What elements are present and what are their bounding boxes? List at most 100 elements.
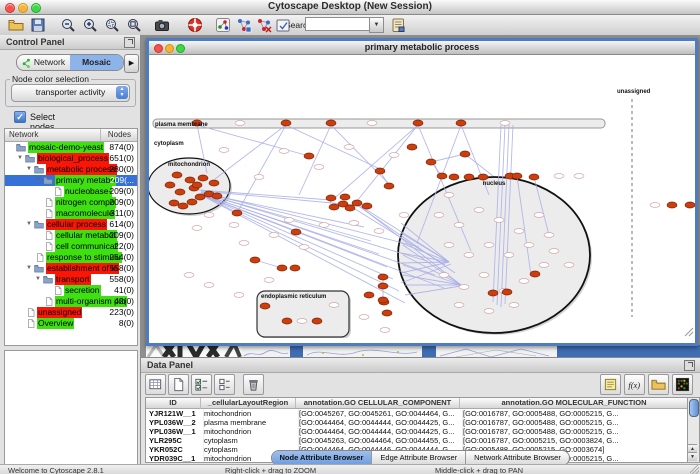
attribute-editor-icon[interactable] xyxy=(600,374,621,395)
node-label[interactable] xyxy=(374,229,384,234)
gene-node[interactable] xyxy=(378,274,388,280)
region-nucleus[interactable] xyxy=(398,177,590,333)
vizmapper-button[interactable] xyxy=(213,16,233,34)
expand-arrow-icon[interactable]: ▼ xyxy=(26,265,32,271)
search-input[interactable] xyxy=(305,17,371,31)
tree-row-overview[interactable]: Overview8(0) xyxy=(5,318,137,329)
tab-overflow-button[interactable]: ▶ xyxy=(124,54,139,73)
gene-node[interactable] xyxy=(456,120,466,126)
node-label[interactable] xyxy=(509,303,519,308)
table-header-3[interactable]: annotation.GO MOLECULAR_FUNCTION xyxy=(460,398,688,409)
node-label[interactable] xyxy=(234,293,244,298)
edge[interactable] xyxy=(299,125,331,195)
node-label[interactable] xyxy=(264,278,274,283)
gene-node[interactable] xyxy=(407,144,417,150)
tree-row-biological-process[interactable]: ▼biological_process651(0) xyxy=(5,153,137,164)
table-header-2[interactable]: annotation.GO CELLULAR_COMPONENT xyxy=(296,398,460,409)
zoom-out-button[interactable] xyxy=(58,16,78,34)
node-label[interactable] xyxy=(524,243,534,248)
gene-node[interactable] xyxy=(312,318,322,324)
gene-node[interactable] xyxy=(426,159,436,165)
tree-row-secretion[interactable]: secretion41(0) xyxy=(5,285,137,296)
view-resize-grip[interactable] xyxy=(685,328,693,336)
node-label[interactable] xyxy=(439,273,449,278)
gene-node[interactable] xyxy=(378,297,388,303)
tree-row-multi-organism-pro[interactable]: multi-organism pro42(0) xyxy=(5,296,137,307)
gene-node[interactable] xyxy=(478,174,488,180)
node-label[interactable] xyxy=(500,121,510,126)
gene-node[interactable] xyxy=(382,310,392,316)
expand-arrow-icon[interactable]: ▼ xyxy=(35,276,41,282)
zoom-fit-button[interactable] xyxy=(124,16,144,34)
table-cell[interactable]: [GO:0016787, GO:0005488, GO:0005215, G..… xyxy=(460,427,688,436)
node-label[interactable] xyxy=(254,175,264,180)
help-button[interactable] xyxy=(185,16,205,34)
table-view-icon[interactable] xyxy=(145,374,166,395)
gene-node[interactable] xyxy=(685,202,695,208)
node-label[interactable] xyxy=(204,283,214,288)
node-label[interactable] xyxy=(299,245,309,250)
expand-arrow-icon[interactable]: ▼ xyxy=(26,221,32,227)
gene-node[interactable] xyxy=(362,203,372,209)
node-label[interactable] xyxy=(329,303,339,308)
gene-node[interactable] xyxy=(282,318,292,324)
new-attribute-icon[interactable] xyxy=(168,374,189,395)
select-nodes-checkbox[interactable]: ✓ xyxy=(14,111,26,123)
node-label[interactable] xyxy=(564,263,574,268)
expand-arrow-icon[interactable]: ▼ xyxy=(26,166,32,172)
gene-node[interactable] xyxy=(169,200,179,206)
tree-row-establishment-of-lo[interactable]: ▼establishment of lo558(0) xyxy=(5,263,137,274)
tab-edge-attribute-browser[interactable]: Edge Attribute Browser xyxy=(372,451,466,465)
node-label[interactable] xyxy=(459,285,469,290)
gene-node[interactable] xyxy=(667,202,677,208)
select-attributes-icon[interactable] xyxy=(191,374,212,395)
table-scrollbar[interactable]: ▲ ▼ xyxy=(687,397,700,463)
table-header-0[interactable]: ID xyxy=(146,398,201,409)
node-label[interactable] xyxy=(235,121,245,126)
table-cell[interactable]: cytoplasm xyxy=(201,436,299,445)
table-cell[interactable]: plasma membrane xyxy=(201,418,299,427)
unselect-attributes-icon[interactable] xyxy=(214,374,235,395)
node-color-dropdown[interactable]: transporter activity ▲▼ xyxy=(11,84,130,102)
import-attributes-icon[interactable] xyxy=(648,374,669,395)
node-label[interactable] xyxy=(239,241,249,246)
background-window-edge[interactable] xyxy=(422,345,436,357)
resize-grip[interactable] xyxy=(690,465,699,474)
table-cell[interactable]: [GO:0016787, GO:0005215, GO:0003824, G..… xyxy=(460,436,688,445)
tree-row-primary-metabo[interactable]: ▼primary metabo209(... xyxy=(5,175,137,186)
gene-node[interactable] xyxy=(172,172,182,178)
table-cell[interactable]: YLR295C xyxy=(146,436,204,445)
node-label[interactable] xyxy=(359,315,369,320)
table-cell[interactable]: mitochondrion xyxy=(201,427,299,436)
tree-row-mosaic-demo-yeast[interactable]: mosaic-demo-yeast874(0) xyxy=(5,142,137,153)
background-window-edge[interactable] xyxy=(290,345,303,357)
edge[interactable] xyxy=(286,125,380,169)
gene-node[interactable] xyxy=(232,210,242,216)
node-label[interactable] xyxy=(444,243,454,248)
gene-node[interactable] xyxy=(345,205,355,211)
gene-node[interactable] xyxy=(212,193,222,199)
tree-row-unassigned[interactable]: unassigned223(0) xyxy=(5,307,137,318)
gene-node[interactable] xyxy=(512,173,522,179)
gene-node[interactable] xyxy=(277,265,287,271)
gene-node[interactable] xyxy=(437,173,447,179)
table-cell[interactable]: YJR121W__1 xyxy=(146,409,204,418)
scrollbar-thumb[interactable] xyxy=(689,399,699,417)
gene-node[interactable] xyxy=(281,120,291,126)
node-label[interactable] xyxy=(344,145,354,150)
search-dropdown-arrow-icon[interactable]: ▼ xyxy=(369,17,384,33)
gene-node[interactable] xyxy=(488,290,498,296)
node-label[interactable] xyxy=(544,233,554,238)
node-label[interactable] xyxy=(574,174,584,179)
gene-node[interactable] xyxy=(209,180,219,186)
gene-node[interactable] xyxy=(352,200,362,206)
tree-row-macromolecule[interactable]: macromolecule311(0) xyxy=(5,208,137,219)
node-label[interactable] xyxy=(399,213,409,218)
table-cell[interactable]: [GO:0045263, GO:0044464, GO:0044455, G..… xyxy=(296,436,463,445)
node-label[interactable] xyxy=(454,303,464,308)
node-label[interactable] xyxy=(349,221,359,226)
gene-node[interactable] xyxy=(378,283,388,289)
gene-node[interactable] xyxy=(178,203,188,209)
node-label[interactable] xyxy=(504,253,514,258)
tree-row-metabolic-process[interactable]: ▼metabolic process280(0) xyxy=(5,164,137,175)
